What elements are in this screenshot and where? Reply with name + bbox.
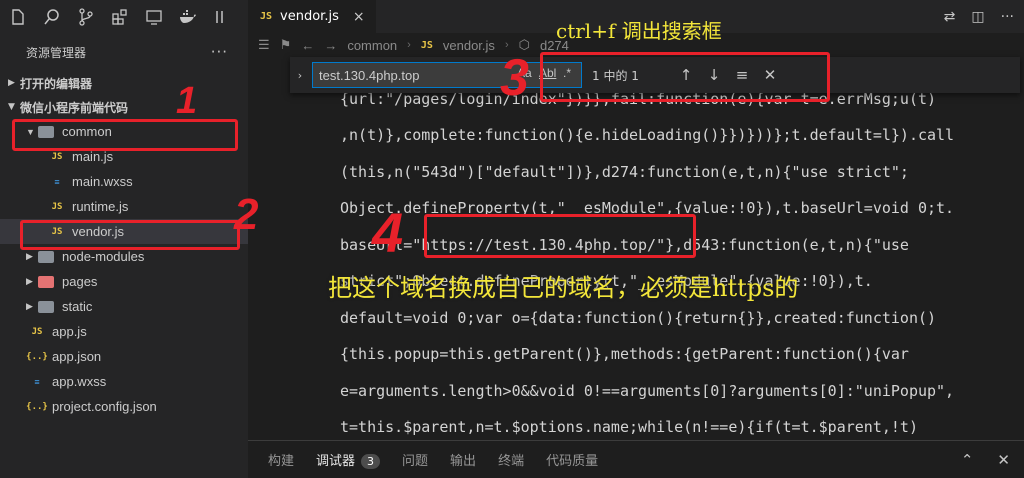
annotation-number-3: 3 bbox=[500, 49, 529, 107]
editor-actions: ⇄ ◫ ··· bbox=[944, 0, 1014, 33]
chevron-right-icon: ▶ bbox=[26, 251, 33, 261]
tree-item-main-wxss[interactable]: ≡ main.wxss bbox=[0, 169, 248, 194]
annotation-number-4: 4 bbox=[372, 201, 404, 264]
breadcrumb-folder[interactable]: common bbox=[347, 38, 397, 53]
chevron-up-icon[interactable]: ⌃ bbox=[961, 451, 974, 469]
back-arrow-icon[interactable]: ← bbox=[301, 38, 314, 53]
bottom-panel-tabs: 构建 调试器 3 问题 输出 终端 代码质量 ⌃ ✕ bbox=[248, 440, 1024, 478]
tree-item-project-config-json[interactable]: {..} project.config.json bbox=[0, 394, 248, 419]
tree-item-label: node-modules bbox=[62, 249, 145, 264]
explorer-header: 资源管理器 ··· bbox=[0, 33, 248, 71]
annotation-number-2: 2 bbox=[234, 190, 259, 239]
js-file-icon: JS bbox=[260, 11, 273, 22]
annotation-box-common bbox=[12, 119, 238, 151]
docker-icon[interactable] bbox=[178, 7, 198, 27]
annotation-box-url bbox=[424, 214, 696, 258]
list-icon[interactable]: ☰ bbox=[258, 37, 270, 53]
project-section[interactable]: ▼ 微信小程序前端代码 bbox=[0, 95, 248, 119]
js-file-icon: JS bbox=[31, 326, 43, 337]
code-line: ,n(t)},complete:function(){e.hideLoading… bbox=[340, 126, 955, 144]
js-file-icon: JS bbox=[51, 201, 63, 212]
panel-tab-debugger[interactable]: 调试器 3 bbox=[316, 450, 381, 469]
code-line: t=this.$parent,n=t.$options.name;while(n… bbox=[340, 418, 918, 436]
tree-item-app-js[interactable]: JS app.js bbox=[0, 319, 248, 344]
debug-icon[interactable] bbox=[212, 7, 232, 27]
code-line: e=arguments.length>0&&void 0!==arguments… bbox=[340, 381, 955, 400]
css-file-icon: ≡ bbox=[34, 376, 40, 387]
forward-arrow-icon[interactable]: → bbox=[324, 38, 337, 53]
css-file-icon: ≡ bbox=[54, 176, 60, 187]
json-file-icon: {..} bbox=[26, 401, 48, 412]
code-line: default=void 0;var o={data:function(){re… bbox=[340, 308, 937, 327]
more-actions-icon[interactable]: ··· bbox=[211, 43, 228, 61]
chevron-right-icon: ▶ bbox=[8, 78, 15, 88]
count-badge: 3 bbox=[361, 454, 381, 469]
tree-item-runtime-js[interactable]: JS runtime.js bbox=[0, 194, 248, 219]
chevron-down-icon: ▼ bbox=[8, 102, 15, 112]
folder-icon bbox=[38, 300, 54, 313]
chevron-right-icon: › bbox=[407, 39, 411, 51]
tree-item-label: main.wxss bbox=[72, 174, 133, 189]
open-editors-section[interactable]: ▶ 打开的编辑器 bbox=[0, 71, 248, 95]
explorer-sidebar: 资源管理器 ··· ▶ 打开的编辑器 ▼ 微信小程序前端代码 ▼ common JS… bbox=[0, 33, 248, 478]
file-tree: ▼ common JS main.js ≡ main.wxss JS runtime.js JS… bbox=[0, 119, 248, 419]
tree-item-label: main.js bbox=[72, 149, 114, 164]
tree-item-label: project.config.json bbox=[52, 399, 157, 414]
activity-bar bbox=[0, 0, 248, 33]
tab-label: vendor.js bbox=[280, 9, 339, 24]
panel-tab-build[interactable]: 构建 bbox=[268, 450, 294, 469]
search-icon[interactable] bbox=[42, 7, 62, 27]
panel-tab-terminal[interactable]: 终端 bbox=[498, 450, 524, 469]
explorer-title: 资源管理器 bbox=[26, 45, 87, 60]
tree-item-app-json[interactable]: {..} app.json bbox=[0, 344, 248, 369]
panel-tab-code-quality[interactable]: 代码质量 bbox=[546, 450, 598, 469]
remote-explorer-icon[interactable] bbox=[144, 7, 164, 27]
annotation-number-1: 1 bbox=[176, 80, 198, 122]
code-line: {this.popup=this.getParent()},methods:{g… bbox=[340, 345, 909, 363]
panel-actions: ⌃ ✕ bbox=[961, 441, 1010, 478]
extensions-icon[interactable] bbox=[110, 7, 130, 27]
find-query: test.130.4php.top bbox=[319, 67, 420, 83]
chevron-right-icon: ▶ bbox=[26, 276, 33, 286]
folder-icon bbox=[38, 275, 54, 288]
tree-item-label: runtime.js bbox=[72, 199, 129, 214]
tab-vendor-js[interactable]: JS vendor.js × bbox=[248, 0, 376, 33]
folder-icon bbox=[38, 250, 54, 263]
json-file-icon: {..} bbox=[26, 351, 48, 362]
tree-item-label: app.wxss bbox=[52, 374, 107, 389]
close-icon[interactable]: ✕ bbox=[997, 451, 1010, 469]
breadcrumb-file[interactable]: vendor.js bbox=[443, 38, 495, 53]
split-editor-icon[interactable]: ◫ bbox=[971, 9, 984, 25]
tree-item-static[interactable]: ▶ static bbox=[0, 294, 248, 319]
files-icon[interactable] bbox=[8, 7, 28, 27]
chevron-right-icon: ▶ bbox=[26, 301, 33, 311]
compare-icon[interactable]: ⇄ bbox=[944, 9, 956, 25]
panel-tab-output[interactable]: 输出 bbox=[450, 450, 476, 469]
close-icon[interactable]: × bbox=[353, 9, 365, 25]
annotation-ctrl-f: ctrl+f 调出搜索框 bbox=[556, 19, 722, 43]
open-editors-label: 打开的编辑器 bbox=[20, 76, 93, 91]
code-line: (this,n("543d")["default"])},d274:functi… bbox=[340, 162, 909, 181]
js-file-icon: JS bbox=[51, 151, 63, 162]
more-icon[interactable]: ··· bbox=[1001, 9, 1014, 25]
panel-tab-problems[interactable]: 问题 bbox=[402, 450, 428, 469]
toggle-replace-icon[interactable]: › bbox=[290, 69, 310, 82]
js-file-icon: JS bbox=[420, 39, 433, 51]
tree-item-label: app.json bbox=[52, 349, 102, 364]
tree-item-label: static bbox=[62, 299, 93, 314]
project-label: 微信小程序前端代码 bbox=[20, 100, 129, 115]
annotation-box-vendor bbox=[20, 220, 240, 250]
annotation-box-search bbox=[540, 52, 830, 102]
panel-tab-debugger-label: 调试器 bbox=[316, 454, 356, 469]
tree-item-pages[interactable]: ▶ pages bbox=[0, 269, 248, 294]
tree-item-label: app.js bbox=[52, 324, 87, 339]
source-control-icon[interactable] bbox=[76, 7, 96, 27]
tree-item-label: pages bbox=[62, 274, 98, 289]
bookmark-icon[interactable]: ⚑ bbox=[280, 37, 292, 53]
tree-item-app-wxss[interactable]: ≡ app.wxss bbox=[0, 369, 248, 394]
annotation-replace-domain: 把这个域名换成自己的域名，必须是https的 bbox=[328, 274, 799, 302]
